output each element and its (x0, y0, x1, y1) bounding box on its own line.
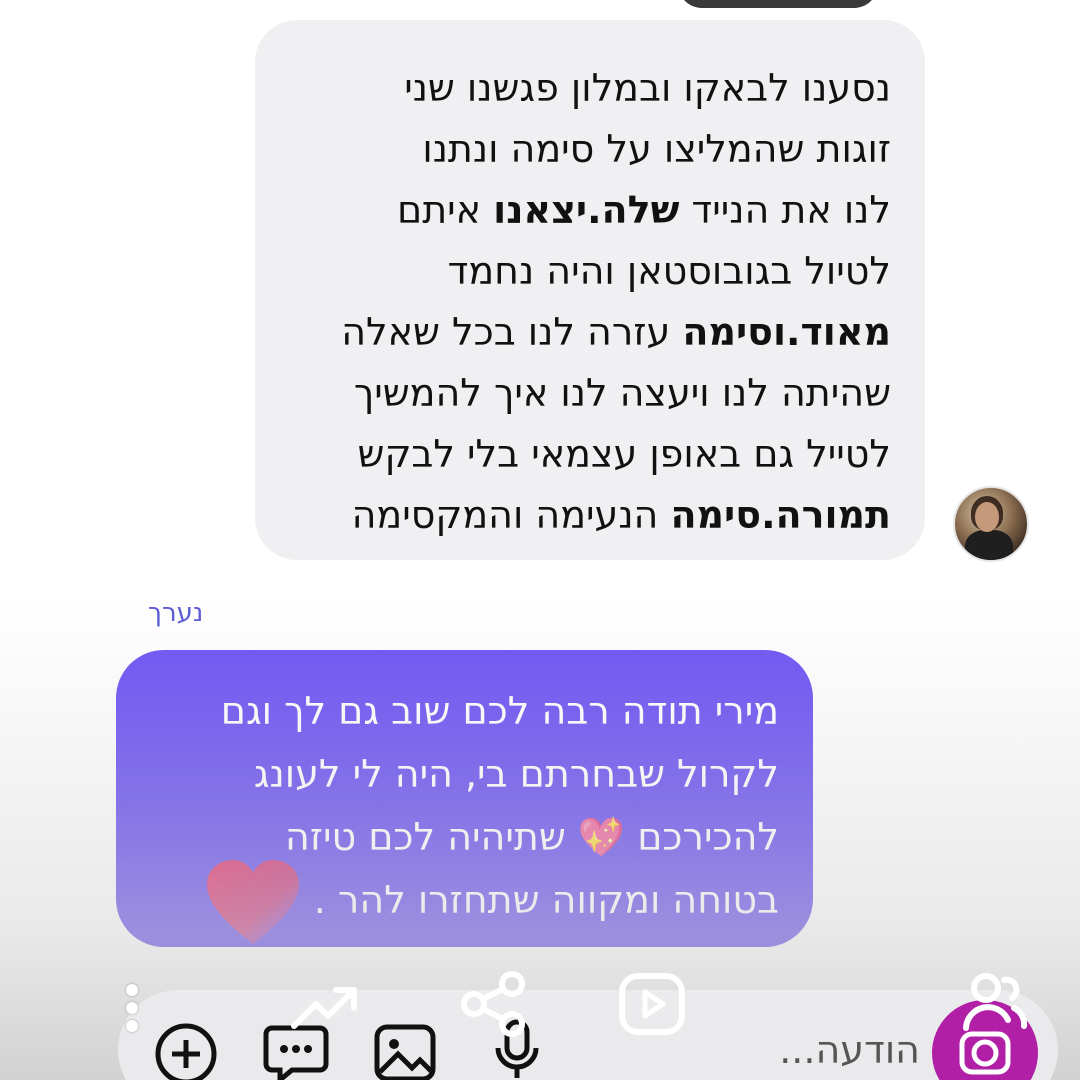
message-line: מאוד.וסימה עזרה לנו בכל שאלה (341, 310, 891, 354)
incoming-message-bubble[interactable]: נסענו לבאקו ובמלון פגשנו שני זוגות שהמלי… (255, 20, 925, 560)
message-line: לטיול בגובוסטאן והיה נחמד (447, 249, 891, 293)
avatar-body-shape (965, 530, 1013, 560)
top-pill (678, 0, 878, 8)
message-line: זוגות שהמליצו על סימה ונתנו (422, 127, 891, 171)
trending-up-icon[interactable] (290, 982, 362, 1032)
share-icon[interactable] (460, 970, 528, 1038)
video-play-icon[interactable] (618, 972, 686, 1036)
add-icon[interactable] (152, 1020, 220, 1080)
more-vertical-icon[interactable] (122, 980, 142, 1040)
message-line: מירי תודה רבה לכם שוב גם לך וגם (220, 689, 779, 733)
sender-avatar[interactable] (953, 486, 1029, 562)
gallery-icon[interactable] (372, 1022, 438, 1080)
message-line: תמורה.סימה הנעימה והמקסימה (351, 493, 891, 537)
message-input[interactable]: הודעה... (740, 1028, 920, 1080)
message-line: נסענו לבאקו ובמלון פגשנו שני (404, 66, 891, 110)
message-line: לקרול שבחרתם בי, היה לי לעונג (253, 752, 779, 796)
floating-heart-icon (205, 858, 301, 948)
avatar-face-shape (975, 502, 999, 532)
message-line: לטייל גם באופן עצמאי בלי לבקש (357, 432, 891, 476)
message-line: שהיתה לנו ויעצה לנו איך להמשיך (353, 371, 891, 415)
message-line: לנו את הנייד שלה.יצאנו איתם (396, 188, 891, 232)
edited-label: נערך (148, 598, 204, 628)
add-person-icon[interactable] (960, 968, 1030, 1038)
